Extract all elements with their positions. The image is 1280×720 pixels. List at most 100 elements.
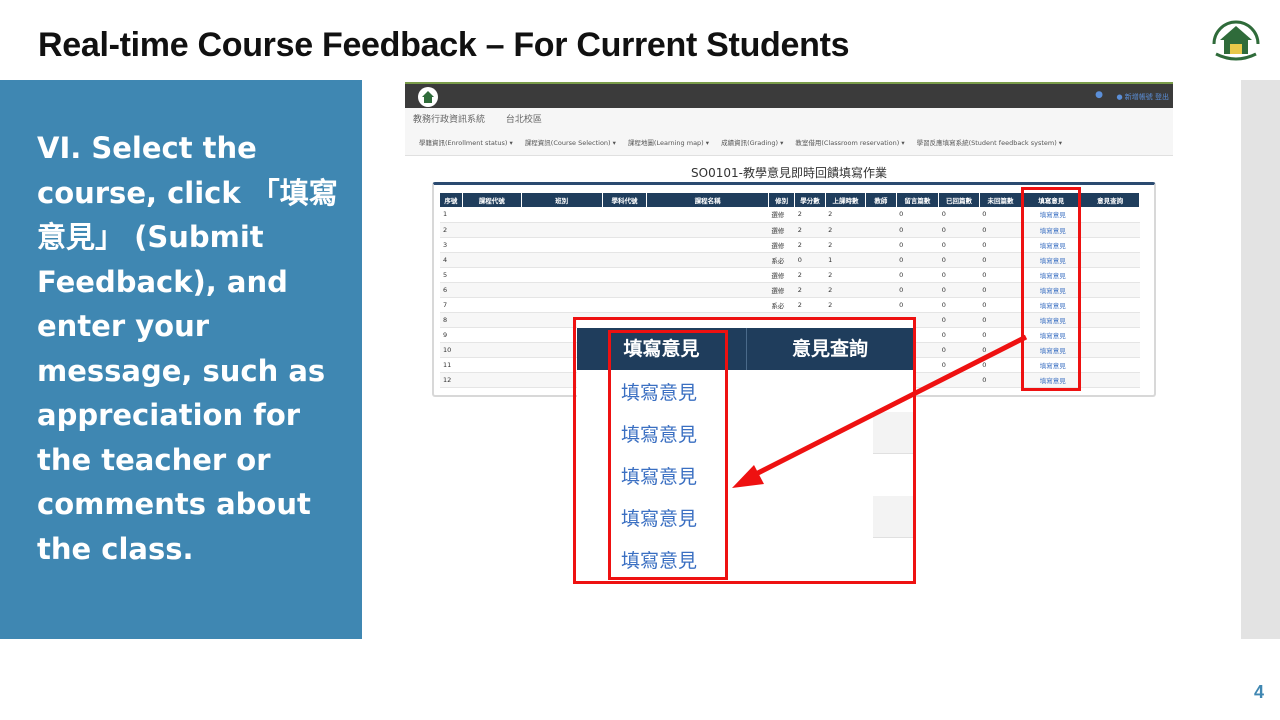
menu-item[interactable]: 課程資訊(Course Selection) ▾ [525,139,616,147]
table-cell [865,252,897,268]
link-column-highlight-box [608,330,728,580]
table-cell: 選修 [768,267,795,283]
table-cell: 0 [938,357,980,373]
table-cell: 2 [825,237,866,253]
table-cell: 2 [825,297,866,313]
table-cell: 12 [440,372,463,388]
table-cell: 3 [440,237,463,253]
table-cell [1080,237,1140,253]
table-cell: 0 [979,357,1022,373]
table-cell: 0 [938,252,980,268]
table-cell: 0 [896,207,939,223]
menu-item[interactable]: 學籍資訊(Enrollment status) ▾ [419,139,513,147]
highlight-column-box [1021,187,1081,391]
table-cell [462,297,522,313]
table-cell: 2 [794,207,826,223]
table-cell [462,267,522,283]
table-header-cell: 留言篇數 [896,193,940,207]
table-cell: 選修 [768,282,795,298]
table-cell [938,372,980,388]
system-menu: 學籍資訊(Enrollment status) ▾ 課程資訊(Course Sel… [419,137,1074,147]
table-cell [646,282,769,298]
table-header-cell: 教師 [865,193,897,207]
table-cell: 0 [938,222,980,238]
table-cell [521,267,603,283]
instruction-panel: VI. Select the course, click 「填寫意見」 (Sub… [0,80,362,639]
table-cell [602,297,647,313]
table-cell: 4 [440,252,463,268]
table-cell: 系必 [768,252,795,268]
table-cell: 0 [896,282,939,298]
table-header-cell: 已回篇數 [938,193,980,207]
table-header-cell: 修別 [768,193,796,207]
table-cell [865,237,897,253]
table-cell [602,237,647,253]
table-cell [1080,207,1140,223]
table-cell [865,267,897,283]
user-icon[interactable]: ● [1095,90,1103,100]
table-cell [462,237,522,253]
instruction-text: VI. Select the course, click 「填寫意見」 (Sub… [37,131,338,566]
page-heading: SO0101-教學意見即時回饋填寫作業 [691,166,887,180]
table-cell: 0 [979,267,1022,283]
table-cell: 系必 [768,297,795,313]
table-cell: 11 [440,357,463,373]
table-cell: 0 [896,237,939,253]
system-logo-icon [418,87,438,107]
table-cell [602,282,647,298]
table-cell: 0 [896,252,939,268]
table-cell [462,357,522,373]
table-cell: 選修 [768,222,795,238]
table-cell: 0 [979,237,1022,253]
table-cell: 1 [440,207,463,223]
table-cell [521,222,603,238]
table-cell [646,267,769,283]
table-cell [1080,327,1140,343]
table-cell [646,222,769,238]
table-cell: 0 [979,207,1022,223]
table-cell: 0 [979,297,1022,313]
side-strip [1241,80,1280,639]
table-cell [521,237,603,253]
table-cell [462,342,522,358]
table-cell [462,222,522,238]
table-cell [462,372,522,388]
table-cell [865,297,897,313]
system-name[interactable]: 教務行政資訊系統 [413,115,485,125]
table-header-cell: 意見查詢 [1080,193,1140,207]
table-cell: 0 [938,207,980,223]
table-cell [865,207,897,223]
table-cell: 2 [794,282,826,298]
table-cell: 2 [825,267,866,283]
table-cell: 2 [440,222,463,238]
table-cell: 0 [938,267,980,283]
table-cell: 2 [794,297,826,313]
table-cell: 0 [938,237,980,253]
table-cell [462,282,522,298]
table-header-cell: 學分數 [794,193,826,207]
menu-item[interactable]: 成績資訊(Grading) ▾ [721,139,783,147]
system-topbar: ● ● 新增帳號 登出 [405,82,1173,108]
table-header-cell: 上課時數 [825,193,867,207]
menu-item[interactable]: 教室借用(Classroom reservation) ▾ [795,139,904,147]
table-cell: 0 [979,222,1022,238]
table-cell [1080,222,1140,238]
table-cell: 0 [979,312,1022,328]
table-cell: 0 [979,327,1022,343]
table-cell [865,282,897,298]
campus-name[interactable]: 台北校區 [506,115,542,125]
table-cell: 0 [938,327,980,343]
table-cell [462,252,522,268]
table-cell [521,282,603,298]
user-links[interactable]: ● 新增帳號 登出 [1116,92,1169,102]
table-cell [1080,297,1140,313]
menu-item[interactable]: 課程地圖(Learning map) ▾ [628,139,709,147]
table-cell: 0 [896,267,939,283]
table-cell: 0 [896,297,939,313]
table-cell: 2 [794,237,826,253]
table-cell: 2 [794,267,826,283]
table-cell [1080,252,1140,268]
table-cell: 0 [794,252,826,268]
menu-item[interactable]: 學習反應填寫系統(Student feedback system) ▾ [917,139,1062,147]
table-cell [1080,342,1140,358]
